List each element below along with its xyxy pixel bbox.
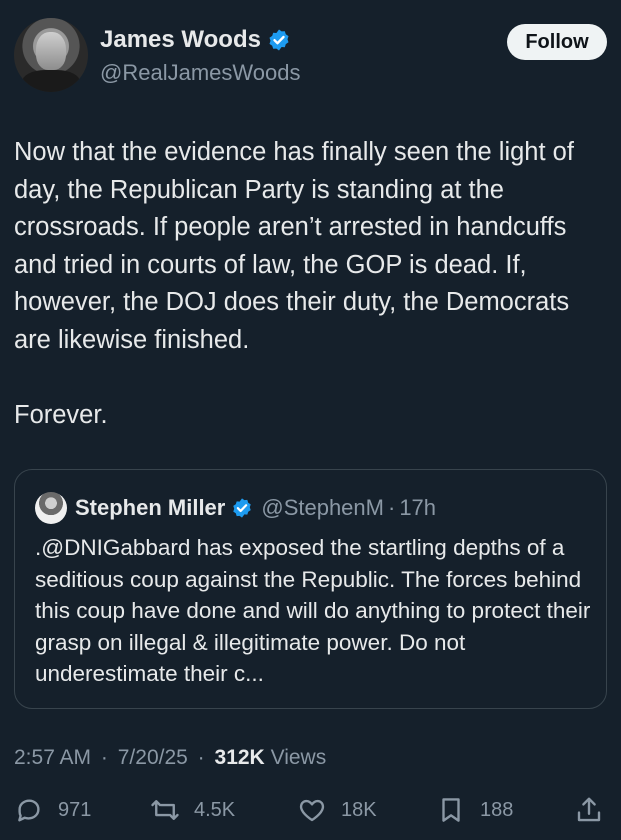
tweet-date[interactable]: 7/20/25 [118,746,188,769]
quoted-tweet-text: .@DNIGabbard has exposed the startling d… [35,535,591,686]
tweet-header: James Woods @RealJamesWoods Follow [14,18,607,94]
views-count: 312K [214,746,265,769]
meta-separator: · [100,746,108,769]
reply-icon [18,799,40,822]
quoted-author-avatar [35,492,67,524]
avatar-face [36,32,66,70]
action-bar: 971 4.5K 18K 188 [14,795,607,831]
verified-badge-icon [269,29,289,51]
like-button[interactable]: 18K [297,795,377,825]
tweet-text: Now that the evidence has finally seen t… [14,138,574,430]
quoted-separator: · [387,495,396,520]
share-icon [577,797,601,822]
meta-separator: · [197,746,205,769]
tweet-time[interactable]: 2:57 AM [14,746,91,769]
bookmark-button[interactable]: 188 [436,795,513,825]
follow-button[interactable]: Follow [507,24,607,60]
author-handle[interactable]: @RealJamesWoods [100,60,300,86]
quoted-author-name: Stephen Miller [75,495,226,520]
reply-count: 971 [58,798,92,821]
bookmark-icon [442,798,460,822]
tweet-meta: 2:57 AM · 7/20/25 · 312K Views [14,746,326,770]
quoted-author-handle: @StephenM [261,495,384,520]
quoted-age: 17h [399,495,437,520]
bookmark-count: 188 [480,798,514,821]
repost-button[interactable]: 4.5K [150,795,235,825]
quoted-tweet[interactable]: Stephen Miller @StephenM · 17h .@DNIGabb… [14,469,607,709]
views-label: Views [270,746,327,769]
verified-badge-icon [233,498,252,518]
reply-button[interactable]: 971 [14,795,91,825]
like-count: 18K [341,798,377,821]
author-name[interactable]: James Woods [100,26,261,54]
author-name-row: James Woods [100,26,291,54]
repost-count: 4.5K [194,798,236,821]
share-button[interactable] [574,795,618,825]
avatar-suit [22,70,80,92]
heart-icon [299,799,325,822]
repost-icon [151,800,179,820]
author-avatar[interactable] [14,18,88,92]
quoted-tweet-header: Stephen Miller @StephenM · 17h [35,492,436,524]
